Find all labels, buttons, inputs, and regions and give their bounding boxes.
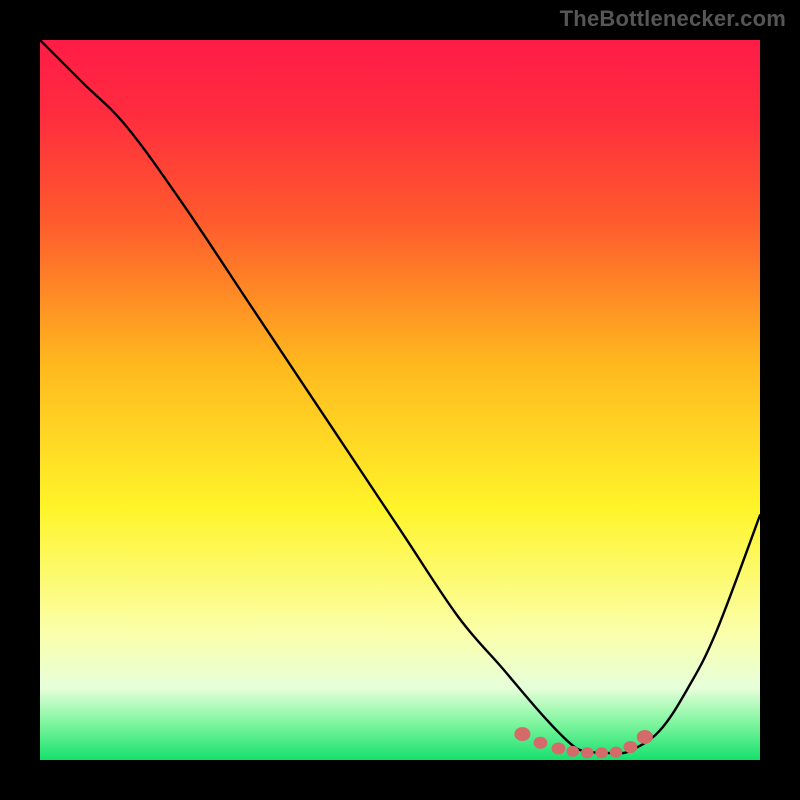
optimal-marker — [624, 741, 638, 753]
optimal-marker — [637, 730, 653, 744]
optimal-marker — [566, 746, 579, 757]
chart-svg — [40, 40, 760, 760]
plot-area — [40, 40, 760, 760]
optimal-marker — [595, 747, 608, 758]
optimal-marker — [552, 742, 566, 754]
gradient-background — [40, 40, 760, 760]
watermark-label: TheBottlenecker.com — [560, 6, 786, 32]
optimal-marker — [514, 727, 530, 741]
chart-frame: TheBottlenecker.com — [0, 0, 800, 800]
optimal-marker — [581, 747, 594, 758]
optimal-marker — [610, 747, 623, 758]
optimal-marker — [534, 737, 548, 749]
